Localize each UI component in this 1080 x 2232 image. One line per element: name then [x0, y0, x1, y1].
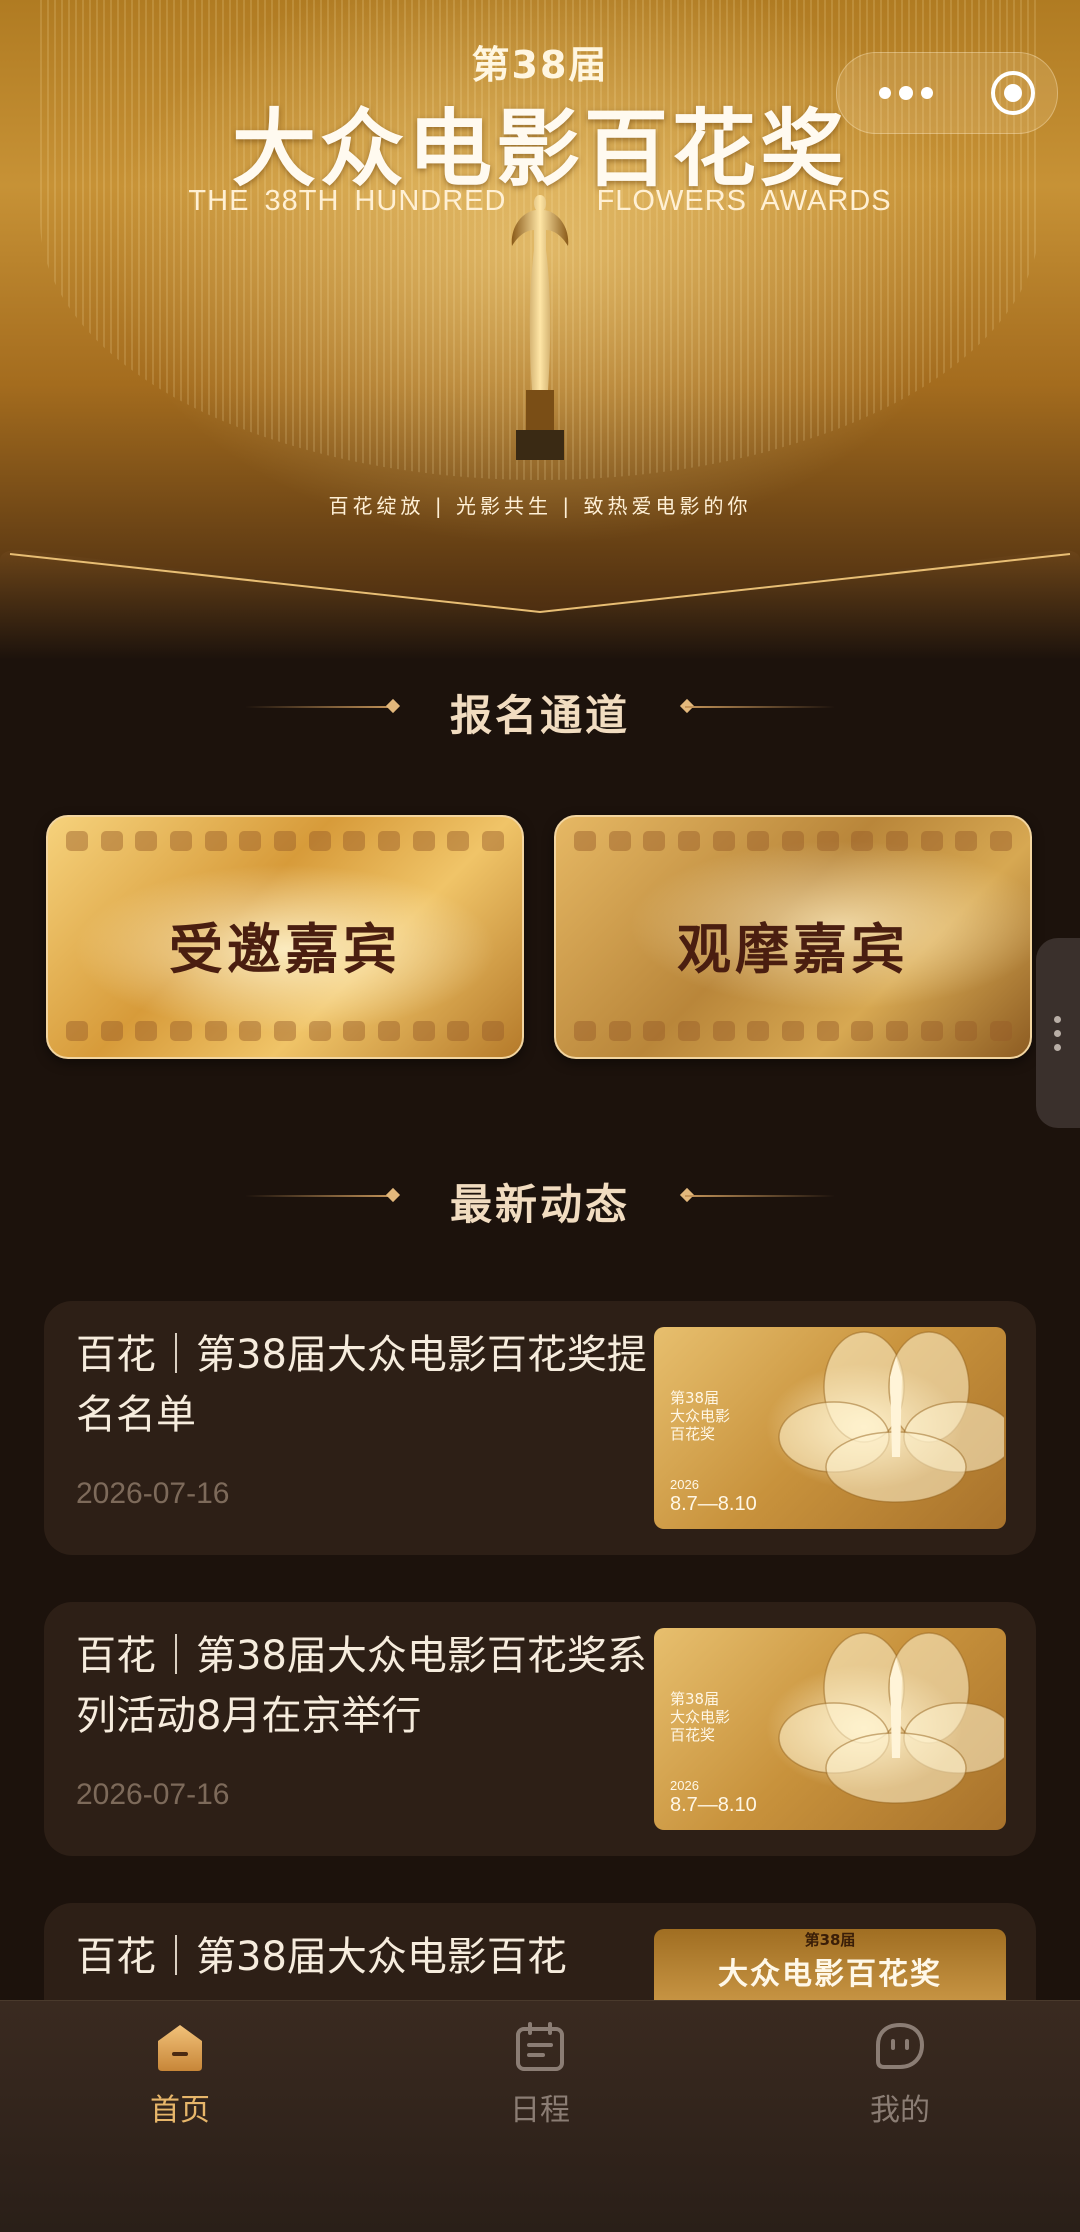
news-item[interactable]: 百花｜第38届大众电影百花奖提名名单 2026-07-16 第38届 大众电影 … — [44, 1301, 1036, 1555]
side-drawer-handle[interactable] — [1036, 938, 1080, 1128]
banner-subtitle-left: THE 38TH HUNDRED — [188, 185, 507, 217]
news-item-date: 2026-07-16 — [76, 1477, 230, 1510]
banner-subtitle-right: FLOWERS AWARDS — [596, 185, 892, 217]
news-item[interactable]: 百花｜第38届大众电影百花奖系列活动8月在京举行 2026-07-16 第38届… — [44, 1602, 1036, 1856]
thumb-title: 大众电影百花奖 — [718, 1957, 942, 1992]
registration-heading: 报名通道 — [0, 676, 1080, 740]
news-item-title: 百花｜第38届大众电影百花 — [76, 1934, 567, 1980]
thumb-line: 百花奖 — [670, 1425, 716, 1443]
deco-line — [685, 706, 835, 708]
thumb-line: 大众电影 — [670, 1708, 731, 1726]
trophy-icon — [511, 195, 569, 460]
tab-schedule[interactable]: 日程 — [460, 2021, 620, 2131]
news-thumbnail: 第38届 大众电影 百花奖 2026 8.7—8.10 — [654, 1327, 1006, 1529]
news-title-heading: 最新动态 — [449, 1180, 630, 1229]
news-item-title: 百花｜第38届大众电影百花奖提名名单 — [76, 1332, 647, 1438]
thumbnail-caption: 第38届 大众电影 百花奖 — [670, 1690, 760, 1744]
tab-schedule-label: 日程 — [510, 2093, 570, 2128]
calendar-icon — [516, 2022, 564, 2071]
banner-slogan: 百花绽放 | 光影共生 | 致热爱电影的你 — [328, 494, 752, 518]
registration-title: 报名通道 — [449, 691, 630, 740]
tab-profile[interactable]: 我的 — [820, 2021, 980, 2131]
thumbnail-caption: 第38届 大众电影 百花奖 — [670, 1389, 760, 1443]
profile-icon — [876, 2022, 925, 2069]
flower-trophy-icon — [778, 1331, 1004, 1503]
more-dots-icon[interactable] — [861, 53, 951, 133]
news-heading: 最新动态 — [0, 1165, 1080, 1229]
envelope-divider — [0, 550, 1080, 660]
thumb-year: 2026 — [670, 1778, 699, 1793]
tab-home[interactable]: 首页 — [100, 2021, 260, 2131]
bottom-tab-bar: 首页 日程 我的 — [0, 2000, 1080, 2232]
thumb-line: 第38届 — [670, 1389, 720, 1407]
deco-line — [685, 1195, 835, 1197]
flower-trophy-icon — [778, 1632, 1004, 1804]
invited-guest-button[interactable]: 受邀嘉宾 — [46, 815, 524, 1059]
film-perforation — [574, 1021, 1012, 1043]
close-target-icon[interactable] — [991, 71, 1035, 115]
thumb-line: 大众电影 — [670, 1407, 731, 1425]
film-perforation — [66, 1021, 504, 1043]
thumb-line: 百花奖 — [670, 1726, 716, 1744]
tab-home-label: 首页 — [150, 2093, 210, 2128]
news-thumbnail: 第38届 大众电影 百花奖 2026 8.7—8.10 — [654, 1628, 1006, 1830]
invited-guest-label: 受邀嘉宾 — [169, 918, 401, 981]
thumb-edition: 第38届 — [804, 1931, 856, 1949]
miniprogram-capsule — [836, 52, 1058, 134]
news-item-title: 百花｜第38届大众电影百花奖系列活动8月在京举行 — [76, 1633, 647, 1739]
thumb-dates: 8.7—8.10 — [670, 1493, 757, 1515]
thumb-dates: 8.7—8.10 — [670, 1794, 757, 1816]
film-perforation — [66, 831, 504, 853]
thumb-line: 第38届 — [670, 1690, 720, 1708]
news-item-date: 2026-07-16 — [76, 1778, 230, 1811]
thumb-year: 2026 — [670, 1477, 699, 1492]
home-icon — [158, 2025, 202, 2071]
tab-profile-label: 我的 — [870, 2093, 930, 2128]
observer-guest-button[interactable]: 观摩嘉宾 — [554, 815, 1032, 1059]
film-perforation — [574, 831, 1012, 853]
observer-guest-label: 观摩嘉宾 — [677, 918, 909, 981]
